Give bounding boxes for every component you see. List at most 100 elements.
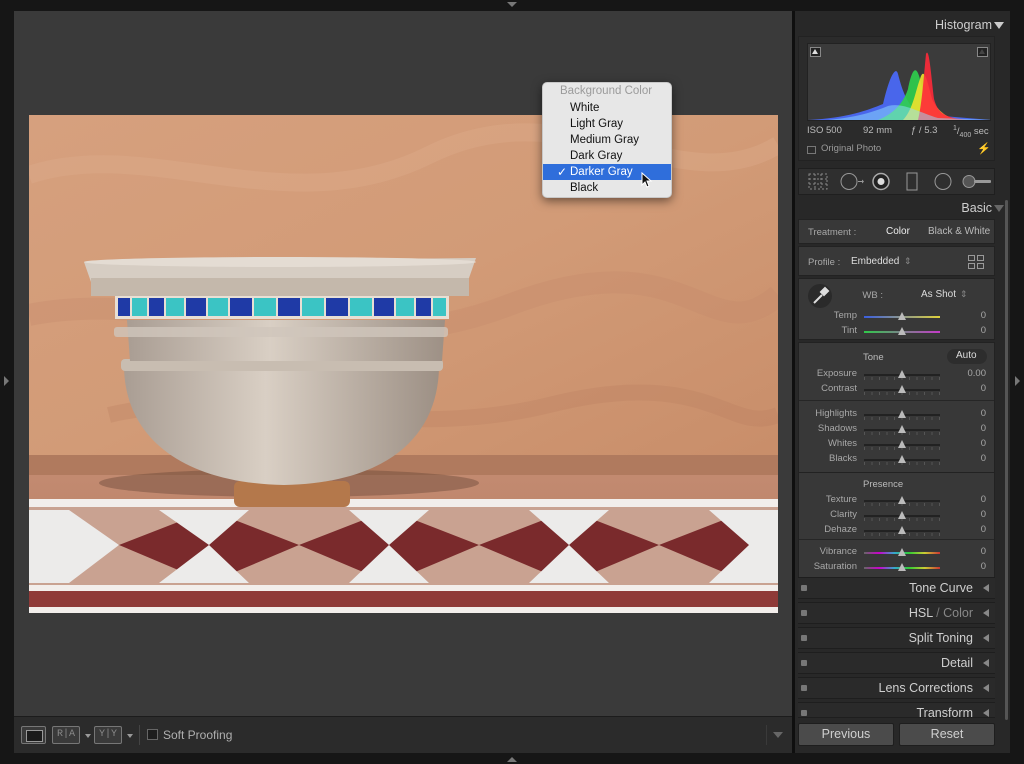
basic-collapse-icon[interactable]	[994, 205, 1004, 212]
tone-curve-expand-icon[interactable]	[983, 584, 989, 592]
blacks-slider-thumb[interactable]	[898, 455, 906, 463]
vibrance-value[interactable]: 0	[956, 546, 986, 557]
tone-curve-toggle-icon[interactable]	[801, 585, 807, 591]
whites-slider-thumb[interactable]	[898, 440, 906, 448]
hsl-expand-icon[interactable]	[983, 609, 989, 617]
soft-proofing-checkbox[interactable]	[147, 729, 158, 740]
dehaze-slider-thumb[interactable]	[898, 526, 906, 534]
shadows-slider-thumb[interactable]	[898, 425, 906, 433]
blacks-slider[interactable]	[864, 455, 940, 465]
red-eye-icon[interactable]	[867, 169, 897, 194]
graduated-filter-icon[interactable]	[898, 169, 928, 194]
contrast-value[interactable]: 0	[956, 383, 986, 394]
wb-dropdown[interactable]: As Shot	[921, 289, 956, 300]
profile-dropdown-arrows-icon[interactable]: ⇕	[904, 256, 912, 267]
tint-slider-thumb[interactable]	[898, 327, 906, 335]
split-toning-expand-icon[interactable]	[983, 634, 989, 642]
lens-corrections-toggle-icon[interactable]	[801, 685, 807, 691]
hsl-toggle-icon[interactable]	[801, 610, 807, 616]
crop-overlay-icon[interactable]	[805, 169, 835, 194]
hsl-panel-header[interactable]: HSL / Color	[798, 602, 995, 624]
radial-filter-icon[interactable]	[929, 169, 959, 194]
temp-slider-thumb[interactable]	[898, 312, 906, 320]
reset-button[interactable]: Reset	[899, 723, 995, 746]
exposure-slider-thumb[interactable]	[898, 370, 906, 378]
color-tab[interactable]: Color	[943, 606, 973, 620]
saturation-slider[interactable]	[864, 563, 940, 571]
blacks-value[interactable]: 0	[956, 453, 986, 464]
lens-corrections-expand-icon[interactable]	[983, 684, 989, 692]
tone-auto-button[interactable]: Auto	[947, 349, 987, 364]
transform-toggle-icon[interactable]	[801, 710, 807, 716]
hsl-tab[interactable]: HSL	[909, 606, 933, 620]
clarity-value[interactable]: 0	[956, 509, 986, 520]
vibrance-slider-thumb[interactable]	[898, 548, 906, 556]
profile-browser-icon[interactable]	[968, 255, 985, 269]
saturation-value[interactable]: 0	[956, 561, 986, 572]
whites-slider[interactable]	[864, 440, 940, 450]
show-filmstrip-icon[interactable]	[507, 757, 517, 762]
before-after-view-button[interactable]: R|A	[52, 726, 80, 744]
profile-dropdown[interactable]: Embedded	[851, 256, 899, 267]
highlights-slider-thumb[interactable]	[898, 410, 906, 418]
menu-item-dark-gray[interactable]: Dark Gray	[543, 148, 671, 164]
detail-toggle-icon[interactable]	[801, 660, 807, 666]
histogram-graph[interactable]	[807, 43, 991, 121]
exposure-value[interactable]: 0.00	[956, 368, 987, 379]
clarity-slider-thumb[interactable]	[898, 511, 906, 519]
before-after-swap-dropdown-icon[interactable]	[127, 734, 133, 738]
exposure-slider[interactable]	[864, 370, 940, 380]
tint-slider[interactable]	[864, 327, 940, 335]
highlight-clipping-icon[interactable]	[977, 47, 988, 57]
toolbar-options-icon[interactable]	[766, 725, 788, 745]
loupe-view-workspace[interactable]	[14, 11, 792, 716]
dehaze-value[interactable]: 0	[956, 524, 986, 535]
temp-slider[interactable]	[864, 312, 940, 320]
split-toning-toggle-icon[interactable]	[801, 635, 807, 641]
transform-panel-header[interactable]: Transform	[798, 702, 995, 718]
right-panel-scrollbar[interactable]	[1005, 200, 1008, 720]
tint-value[interactable]: 0	[956, 325, 986, 336]
show-left-panel-icon[interactable]	[4, 376, 9, 386]
detail-expand-icon[interactable]	[983, 659, 989, 667]
transform-expand-icon[interactable]	[983, 709, 989, 717]
texture-value[interactable]: 0	[956, 494, 986, 505]
highlights-slider[interactable]	[864, 410, 940, 420]
menu-item-medium-gray[interactable]: Medium Gray	[543, 132, 671, 148]
whites-value[interactable]: 0	[956, 438, 986, 449]
tone-curve-panel-header[interactable]: Tone Curve	[798, 577, 995, 599]
temp-value[interactable]: 0	[956, 310, 986, 321]
menu-item-white[interactable]: White	[543, 100, 671, 116]
split-toning-panel-header[interactable]: Split Toning	[798, 627, 995, 649]
treatment-color-option[interactable]: Color	[886, 226, 910, 237]
contrast-slider-thumb[interactable]	[898, 385, 906, 393]
eyedropper-icon[interactable]	[807, 283, 833, 309]
before-after-dropdown-icon[interactable]	[85, 734, 91, 738]
shadow-clipping-icon[interactable]	[810, 47, 821, 57]
highlights-value[interactable]: 0	[956, 408, 986, 419]
treatment-black-white-option[interactable]: Black & White	[928, 226, 990, 237]
vibrance-slider[interactable]	[864, 548, 940, 556]
loupe-view-button[interactable]	[21, 726, 46, 744]
shadows-value[interactable]: 0	[956, 423, 986, 434]
shadows-slider[interactable]	[864, 425, 940, 435]
spot-removal-icon[interactable]	[836, 169, 866, 194]
smart-preview-bolt-icon[interactable]: ⚡	[977, 142, 991, 155]
before-after-swap-button[interactable]: Y|Y	[94, 726, 122, 744]
dehaze-slider[interactable]	[864, 526, 940, 536]
histogram-collapse-icon[interactable]	[994, 22, 1004, 29]
saturation-slider-thumb[interactable]	[898, 563, 906, 571]
texture-slider-thumb[interactable]	[898, 496, 906, 504]
contrast-slider[interactable]	[864, 385, 940, 395]
lens-corrections-panel-header[interactable]: Lens Corrections	[798, 677, 995, 699]
texture-slider[interactable]	[864, 496, 940, 506]
clarity-slider[interactable]	[864, 511, 940, 521]
show-top-panel-icon[interactable]	[507, 2, 517, 7]
show-right-panel-icon[interactable]	[1015, 376, 1020, 386]
menu-item-light-gray[interactable]: Light Gray	[543, 116, 671, 132]
previous-button[interactable]: Previous	[798, 723, 894, 746]
vibrance-label: Vibrance	[819, 546, 857, 557]
detail-panel-header[interactable]: Detail	[798, 652, 995, 674]
wb-dropdown-arrows-icon[interactable]: ⇕	[960, 289, 968, 300]
adjustment-brush-icon[interactable]	[960, 169, 991, 194]
